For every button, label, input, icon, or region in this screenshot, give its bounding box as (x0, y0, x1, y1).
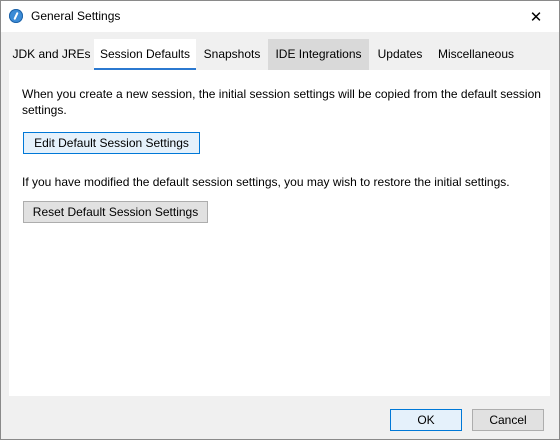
window-title: General Settings (31, 9, 121, 23)
tab-strip: JDK and JREs Session Defaults Snapshots … (9, 39, 551, 70)
general-settings-dialog: General Settings ✕ JDK and JREs Session … (0, 0, 560, 440)
tab-snapshots[interactable]: Snapshots (196, 39, 268, 70)
reset-default-session-settings-button[interactable]: Reset Default Session Settings (23, 201, 208, 223)
session-defaults-panel: When you create a new session, the initi… (9, 70, 550, 396)
tab-jdk-and-jres[interactable]: JDK and JREs (9, 39, 94, 70)
close-button[interactable]: ✕ (513, 1, 559, 32)
tab-session-defaults[interactable]: Session Defaults (94, 39, 196, 70)
edit-default-session-settings-button[interactable]: Edit Default Session Settings (23, 132, 200, 154)
restore-text: If you have modified the default session… (22, 175, 510, 189)
tab-updates[interactable]: Updates (369, 39, 431, 70)
tab-ide-integrations[interactable]: IDE Integrations (268, 39, 369, 70)
tab-miscellaneous[interactable]: Miscellaneous (431, 39, 521, 70)
app-icon (9, 9, 23, 23)
ok-button[interactable]: OK (390, 409, 462, 431)
title-bar[interactable]: General Settings ✕ (1, 1, 559, 32)
cancel-button[interactable]: Cancel (472, 409, 544, 431)
intro-text: When you create a new session, the initi… (22, 87, 541, 117)
close-icon: ✕ (529, 8, 543, 26)
